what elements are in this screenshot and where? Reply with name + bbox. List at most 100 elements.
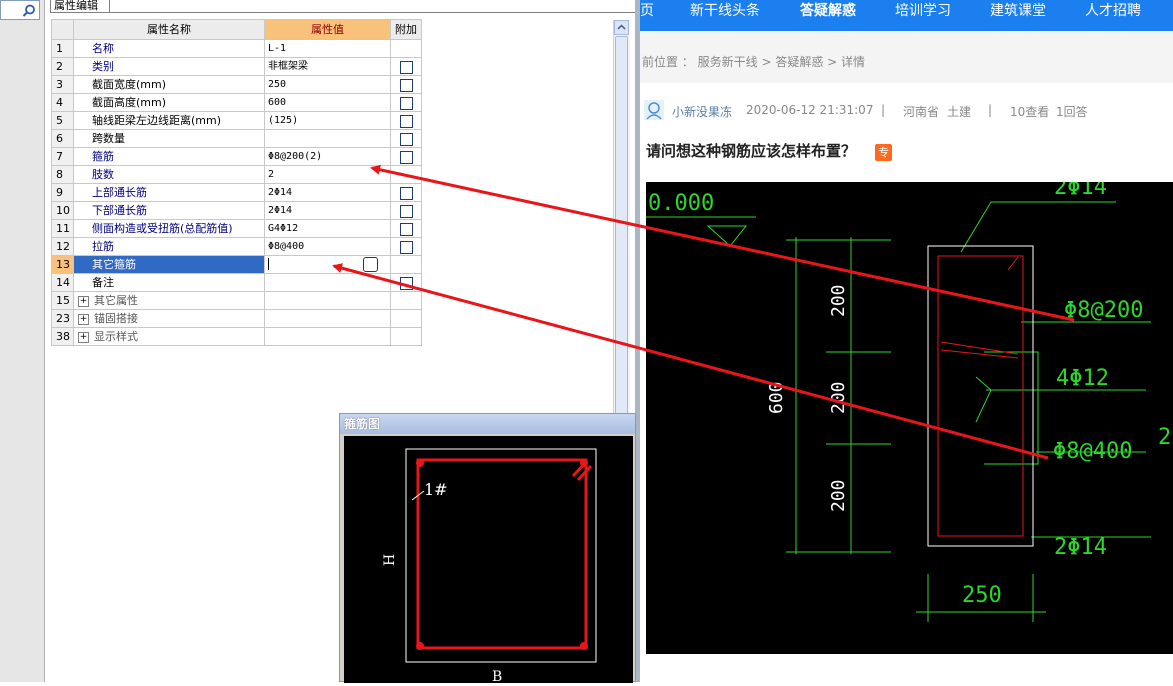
extra-checkbox[interactable]: [399, 60, 413, 74]
property-row[interactable]: 4 截面高度(mm) 600: [51, 93, 422, 112]
property-name[interactable]: 类别: [73, 57, 265, 76]
property-row[interactable]: 15 + 其它属性: [51, 291, 422, 310]
property-value[interactable]: [264, 255, 391, 274]
extra-cell: [390, 129, 422, 148]
header-extra[interactable]: 附加: [390, 19, 422, 40]
nav-item-headlines[interactable]: 新干线头条: [690, 0, 760, 31]
property-name[interactable]: 侧面构造或受扭筋(总配筋值): [73, 219, 265, 238]
property-row[interactable]: 5 轴线距梁左边线距离(mm) (125): [51, 111, 422, 130]
property-row[interactable]: 38 + 显示样式: [51, 327, 422, 346]
author-name[interactable]: 小新没果冻: [672, 103, 732, 120]
property-name[interactable]: 截面高度(mm): [73, 93, 265, 112]
cut-label: 2: [1158, 425, 1171, 450]
property-value[interactable]: 250: [264, 75, 391, 94]
property-row[interactable]: 23 + 锚固搭接: [51, 309, 422, 328]
extra-checkbox[interactable]: [399, 204, 413, 218]
property-value[interactable]: Φ8@400: [264, 237, 391, 256]
property-row[interactable]: 14 备注: [51, 273, 422, 292]
property-name-text: 拉筋: [92, 240, 114, 253]
property-row[interactable]: 13 其它箍筋: [51, 255, 422, 274]
property-value-text: 600: [268, 97, 287, 108]
row-number: 12: [51, 237, 74, 256]
property-name-text: 上部通长筋: [92, 186, 147, 199]
property-row[interactable]: 9 上部通长筋 2Φ14: [51, 183, 422, 202]
property-value[interactable]: 2: [264, 165, 391, 184]
nav-item-home[interactable]: 页: [640, 0, 654, 31]
search-icon[interactable]: [21, 3, 37, 19]
property-value[interactable]: 2Φ14: [264, 201, 391, 220]
expand-icon[interactable]: +: [78, 295, 89, 307]
row-number: 5: [51, 111, 74, 130]
header-value[interactable]: 属性值: [264, 19, 391, 40]
property-name[interactable]: 拉筋: [73, 237, 265, 256]
nav-item-classroom[interactable]: 建筑课堂: [990, 0, 1046, 31]
property-editor-tab[interactable]: 属性编辑: [50, 0, 110, 13]
extra-checkbox[interactable]: [399, 132, 413, 146]
property-value[interactable]: G4Φ12: [264, 219, 391, 238]
expand-icon[interactable]: +: [78, 313, 89, 325]
nav-item-qa[interactable]: 答疑解惑: [800, 0, 856, 31]
property-row[interactable]: 8 肢数 2: [51, 165, 422, 184]
property-value[interactable]: 非框架梁: [264, 57, 391, 76]
property-row[interactable]: 1 名称 L-1: [51, 39, 422, 58]
property-name[interactable]: + 其它属性: [73, 291, 265, 310]
stirrup-window-title[interactable]: 箍筋图: [340, 414, 635, 434]
property-row[interactable]: 7 箍筋 Φ8@200(2): [51, 147, 422, 166]
corner-bar-br: [580, 642, 588, 650]
property-name[interactable]: 备注: [73, 273, 265, 292]
property-row[interactable]: 12 拉筋 Φ8@400: [51, 237, 422, 256]
property-name[interactable]: 上部通长筋: [73, 183, 265, 202]
property-value[interactable]: [264, 327, 391, 346]
extra-checkbox[interactable]: [399, 114, 413, 128]
property-name[interactable]: 轴线距梁左边线距离(mm): [73, 111, 265, 130]
scroll-up-button[interactable]: [614, 20, 629, 35]
property-name[interactable]: 其它箍筋: [73, 255, 265, 274]
property-value[interactable]: L-1: [264, 39, 391, 58]
property-row[interactable]: 11 侧面构造或受扭筋(总配筋值) G4Φ12: [51, 219, 422, 238]
property-value[interactable]: [264, 129, 391, 148]
nav-item-jobs[interactable]: 人才招聘: [1085, 0, 1141, 31]
question-drawing[interactable]: 0.000 2Φ14 Φ8@200 4Φ12 Φ8@400 2Φ14 250 2…: [646, 175, 1173, 654]
extra-cell: [390, 39, 422, 58]
extra-checkbox[interactable]: [399, 240, 413, 254]
property-row[interactable]: 6 跨数量: [51, 129, 422, 148]
property-row[interactable]: 3 截面宽度(mm) 250: [51, 75, 422, 94]
cad-drawing: 0.000 2Φ14 Φ8@200 4Φ12 Φ8@400 2Φ14 250 2…: [646, 175, 1171, 622]
extra-checkbox[interactable]: [399, 186, 413, 200]
extra-checkbox[interactable]: [399, 96, 413, 110]
extra-checkbox[interactable]: [399, 150, 413, 164]
nav-item-training[interactable]: 培训学习: [895, 0, 951, 31]
property-name[interactable]: 箍筋: [73, 147, 265, 166]
property-name[interactable]: 跨数量: [73, 129, 265, 148]
search-box[interactable]: [0, 0, 40, 20]
extra-checkbox[interactable]: [399, 222, 413, 236]
header-name[interactable]: 属性名称: [73, 19, 265, 40]
segment-top-label: 200: [828, 284, 849, 317]
property-name[interactable]: + 锚固搭接: [73, 309, 265, 328]
property-row[interactable]: 10 下部通长筋 2Φ14: [51, 201, 422, 220]
property-name[interactable]: 截面宽度(mm): [73, 75, 265, 94]
property-value[interactable]: [264, 291, 391, 310]
width-label: 250: [962, 583, 1002, 608]
property-value[interactable]: [264, 309, 391, 328]
property-value[interactable]: 2Φ14: [264, 183, 391, 202]
property-row[interactable]: 2 类别 非框架梁: [51, 57, 422, 76]
extra-cell: [390, 147, 422, 166]
avatar[interactable]: [644, 100, 664, 120]
ellipsis-button[interactable]: [363, 256, 378, 272]
extra-checkbox[interactable]: [399, 78, 413, 92]
property-name[interactable]: 名称: [73, 39, 265, 58]
expand-icon[interactable]: +: [78, 331, 89, 343]
extra-checkbox[interactable]: [399, 276, 413, 290]
property-value[interactable]: [264, 273, 391, 292]
property-value[interactable]: (125): [264, 111, 391, 130]
breadcrumb[interactable]: 前位置 ： 服务新干线 > 答疑解惑 > 详情: [642, 53, 865, 70]
tab-divider: [110, 12, 635, 13]
property-name[interactable]: 肢数: [73, 165, 265, 184]
stirrup-canvas: 1# H B: [344, 436, 633, 685]
property-name[interactable]: 下部通长筋: [73, 201, 265, 220]
row-number: 13: [51, 255, 74, 274]
property-name[interactable]: + 显示样式: [73, 327, 265, 346]
property-value[interactable]: Φ8@200(2): [264, 147, 391, 166]
property-value[interactable]: 600: [264, 93, 391, 112]
